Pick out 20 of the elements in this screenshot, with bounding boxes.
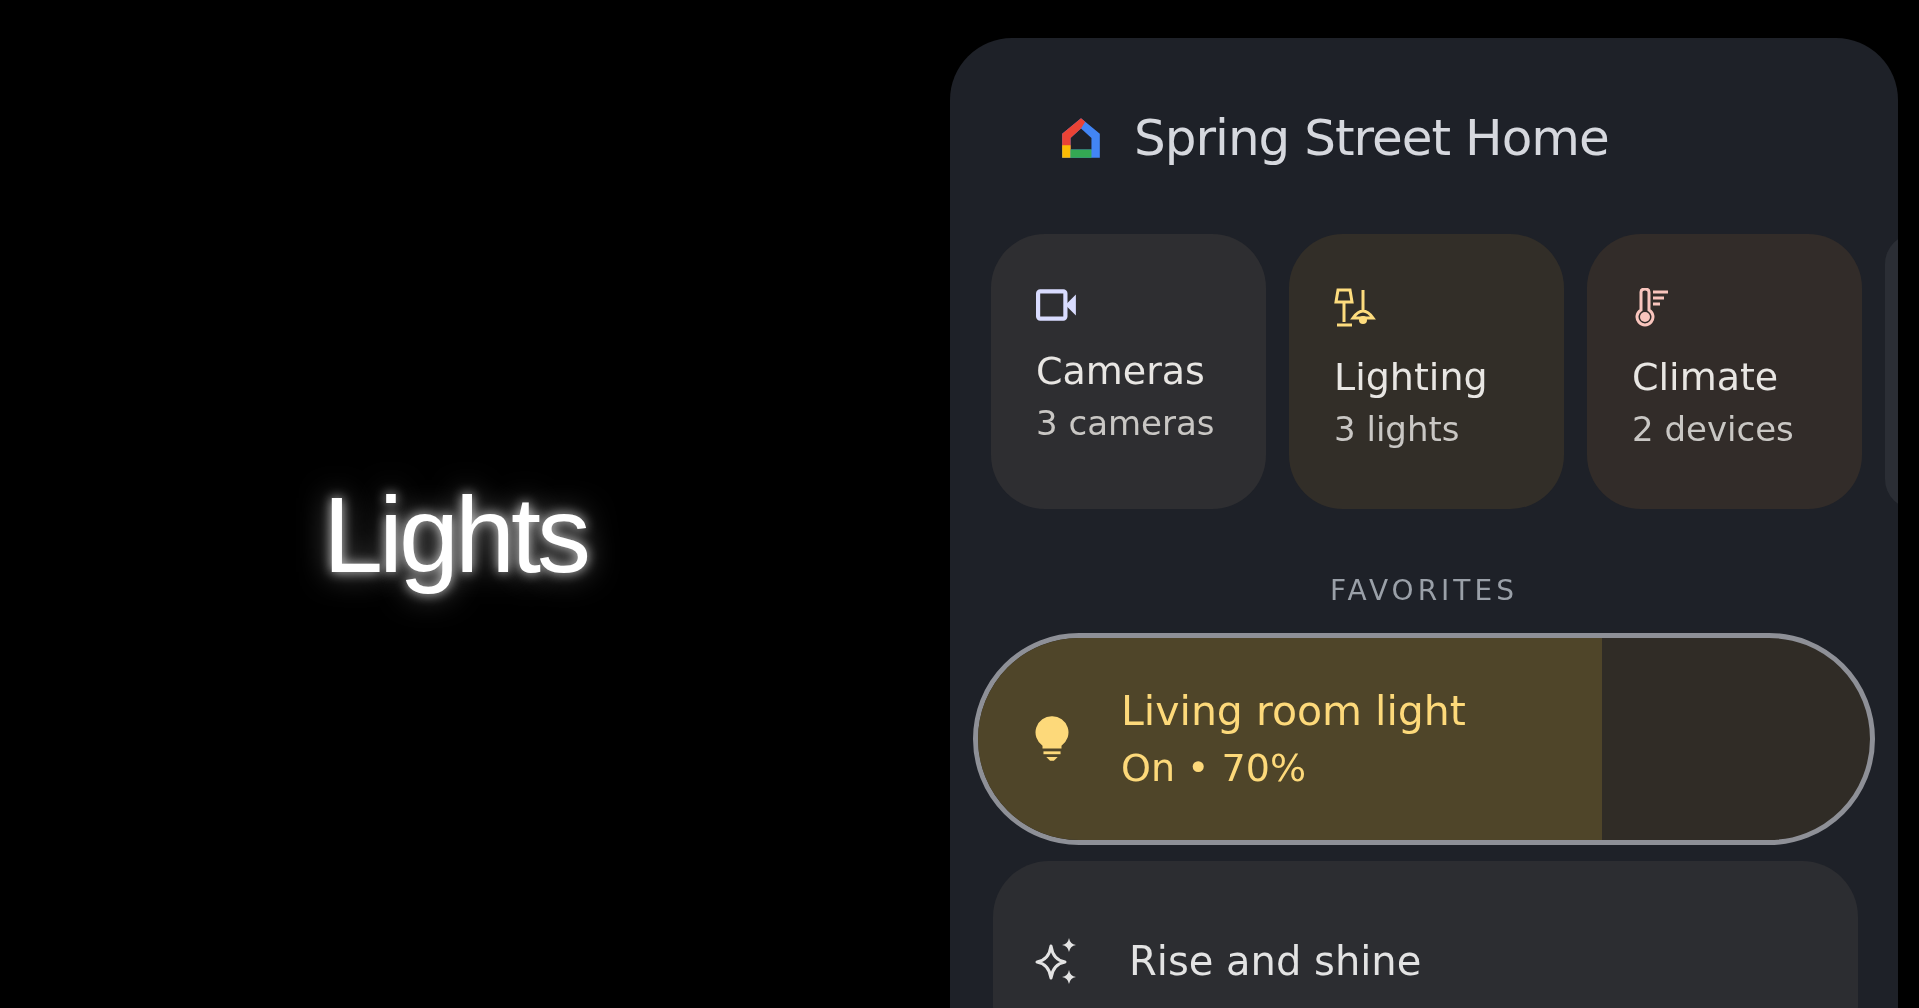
device-status: On • 70% xyxy=(1121,745,1308,792)
caption-title: Lights xyxy=(322,473,588,597)
device-name: Living room light xyxy=(1121,686,1466,737)
category-card[interactable]: Cameras 3 cameras xyxy=(991,234,1266,509)
lamps-icon xyxy=(1334,288,1378,328)
category-count: 3 cameras xyxy=(1036,402,1215,445)
scene-name: Rise and shine xyxy=(1129,938,1422,984)
category-label: Climate xyxy=(1632,354,1779,401)
category-label: Cameras xyxy=(1036,348,1205,395)
category-count: 3 lights xyxy=(1334,408,1460,451)
favorite-light-tile[interactable]: Living room light On • 70% xyxy=(973,633,1875,845)
light-bulb-icon xyxy=(1033,714,1071,764)
scene-tile[interactable]: Rise and shine xyxy=(993,861,1858,1008)
category-card[interactable]: Lighting 3 lights xyxy=(1289,234,1564,509)
category-count: 2 devices xyxy=(1632,408,1794,451)
home-title: Spring Street Home xyxy=(1134,109,1609,167)
category-card[interactable]: Climate 2 devices xyxy=(1587,234,1862,509)
video-camera-icon xyxy=(1036,288,1078,322)
category-label: Lighting xyxy=(1334,354,1488,401)
section-heading: FAVORITES xyxy=(1329,573,1519,609)
